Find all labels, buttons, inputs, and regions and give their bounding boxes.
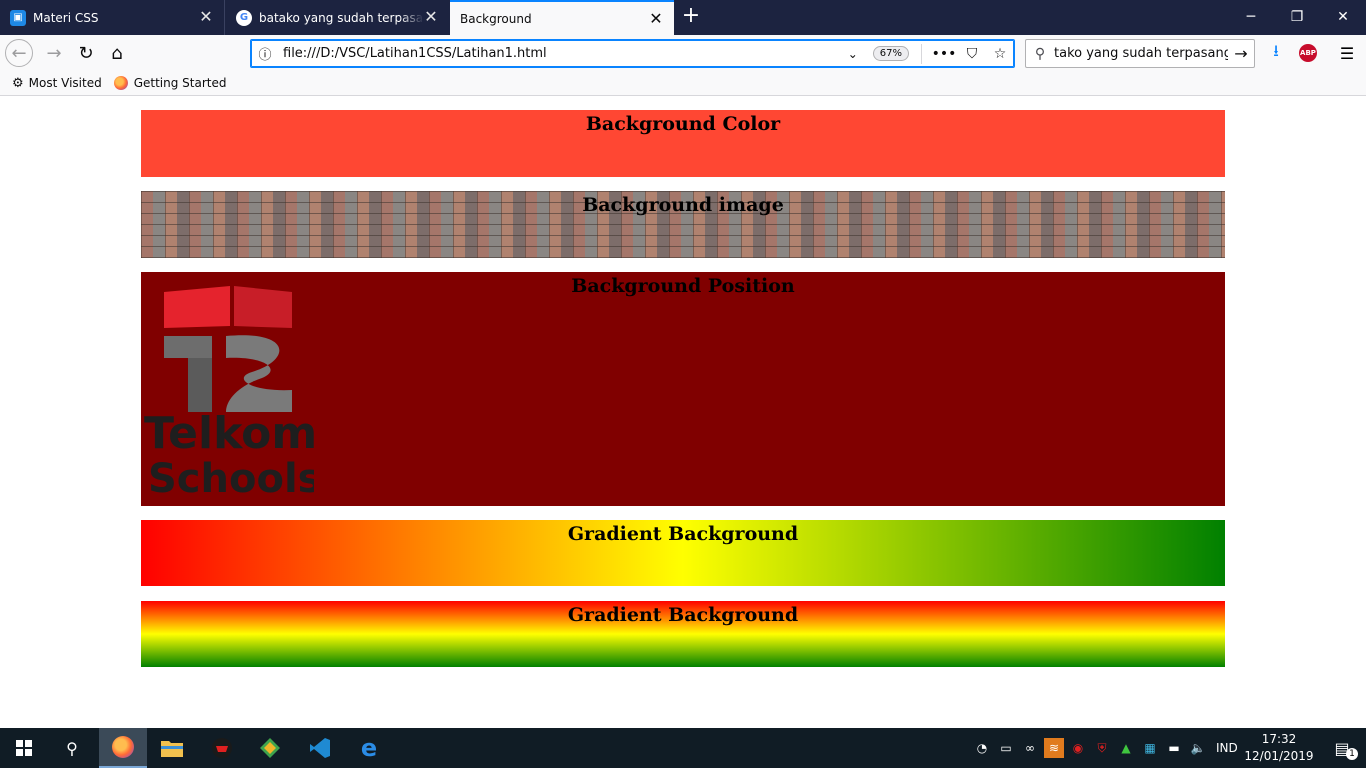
notification-button[interactable]: ▤ 1 [1318, 728, 1366, 768]
adblock-plus-button[interactable]: ABP [1294, 39, 1322, 67]
section-heading: Gradient Background [567, 523, 799, 545]
section-heading: Background Color [585, 113, 781, 135]
gear-icon: ⚙ [12, 75, 24, 91]
bookmark-star-icon[interactable]: ☆ [986, 46, 1014, 62]
background-image-section: Background image [141, 191, 1225, 258]
taskbar-vscode[interactable] [296, 728, 344, 768]
app-diamond-icon [260, 738, 280, 758]
menu-icon[interactable]: ☰ [1333, 39, 1361, 67]
close-window-button[interactable]: ✕ [1320, 0, 1366, 35]
bookmark-label: Getting Started [133, 76, 227, 90]
wifi-icon[interactable]: ◔ [972, 738, 992, 758]
close-tab-icon[interactable]: ✕ [423, 9, 439, 25]
new-tab-button[interactable]: + [680, 5, 702, 29]
url-input[interactable]: file:///D:/VSC/Latihan1CSS/Latihan1.html [283, 46, 841, 61]
app-tray-icon[interactable]: ≋ [1044, 738, 1064, 758]
edge-icon[interactable]: e [345, 728, 393, 768]
garena-icon [212, 738, 232, 758]
taskbar-firefox[interactable] [99, 728, 147, 768]
pocket-icon[interactable]: ⛉ [958, 46, 986, 62]
search-icon: ⚲ [1034, 45, 1046, 62]
forward-button[interactable]: → [40, 39, 68, 67]
section-heading: Background image [582, 194, 784, 216]
close-tab-icon[interactable]: ✕ [648, 11, 664, 27]
close-tab-icon[interactable]: ✕ [198, 9, 214, 25]
start-button[interactable] [0, 728, 48, 768]
tab-title: batako yang sudah terpasang - Google Sea… [259, 10, 424, 25]
minimize-button[interactable]: ─ [1228, 0, 1274, 35]
gradient-horizontal-section: Gradient Background [141, 520, 1225, 586]
system-tray: ◔ ▭ ∞ ≋ ◉ ⛨ ▲ ▦ ▬ 🔈 IND [970, 728, 1238, 768]
search-icon[interactable]: ⚲ [48, 728, 96, 768]
reload-button[interactable]: ↻ [72, 39, 100, 67]
tab-title: Materi CSS [33, 10, 99, 25]
taskbar-file-explorer[interactable] [148, 728, 196, 768]
search-input[interactable]: tako yang sudah terpasang [1054, 46, 1228, 61]
tab-materi-css[interactable]: ▣ Materi CSS ✕ [0, 0, 225, 35]
bookmark-most-visited[interactable]: ⚙ Most Visited [12, 76, 102, 91]
background-color-section: Background Color [141, 110, 1225, 177]
firefox-icon [112, 736, 134, 758]
folder-icon [161, 741, 183, 757]
logo-text-schools: Schools [148, 456, 314, 496]
vscode-icon [310, 738, 330, 758]
shield-icon[interactable]: ⛨ [1092, 738, 1112, 758]
clock[interactable]: 17:32 12/01/2019 [1244, 731, 1314, 765]
tab-google-search[interactable]: G batako yang sudah terpasang - Google S… [226, 0, 449, 35]
network-icon[interactable]: ▦ [1140, 738, 1160, 758]
back-button[interactable]: ← [5, 39, 33, 67]
logo-text-telkom: Telkom [144, 408, 314, 459]
windows-taskbar: ⚲ e ◔ ▭ ∞ ≋ ◉ ⛨ ▲ ▦ ▬ 🔈 IND 17:32 12/01/… [0, 728, 1366, 768]
garena-tray-icon[interactable]: ◉ [1068, 738, 1088, 758]
tab-background[interactable]: Background ✕ [450, 0, 674, 35]
battery-icon[interactable]: ▭ [996, 738, 1016, 758]
divider [921, 43, 922, 64]
chevron-down-icon[interactable]: ⌄ [841, 47, 865, 61]
bookmark-getting-started[interactable]: Getting Started [113, 76, 227, 90]
link-icon[interactable]: ∞ [1020, 738, 1040, 758]
bookmarks-toolbar: ⚙ Most Visited Getting Started [0, 71, 1366, 96]
bookmark-label: Most Visited [28, 76, 102, 90]
navigation-toolbar: ← → ↻ ⌂ ⓘ file:///D:/VSC/Latihan1CSS/Lat… [0, 35, 1366, 71]
drive-icon[interactable]: ▲ [1116, 738, 1136, 758]
telkom-schools-logo: Telkom Schools [144, 286, 314, 496]
search-go-icon[interactable]: → [1228, 44, 1254, 63]
taskbar-garena[interactable] [198, 728, 246, 768]
section-heading: Gradient Background [567, 604, 799, 626]
google-classroom-icon: ▣ [10, 9, 26, 26]
restore-button[interactable]: ❐ [1274, 0, 1320, 35]
zoom-level[interactable]: 67% [872, 46, 909, 61]
volume-icon[interactable]: 🔈 [1188, 738, 1208, 758]
date: 12/01/2019 [1244, 749, 1314, 763]
windows-icon [16, 740, 32, 756]
home-button[interactable]: ⌂ [103, 39, 131, 67]
adblock-plus-icon: ABP [1299, 44, 1317, 62]
firefox-icon [113, 76, 128, 90]
time: 17:32 [1261, 732, 1297, 746]
tab-strip: ▣ Materi CSS ✕ G batako yang sudah terpa… [0, 0, 1366, 35]
page-actions-icon[interactable]: ••• [930, 46, 958, 62]
google-icon: G [236, 9, 252, 26]
monitor-icon[interactable]: ▬ [1164, 738, 1184, 758]
taskbar-app[interactable] [246, 728, 294, 768]
url-bar[interactable]: ⓘ file:///D:/VSC/Latihan1CSS/Latihan1.ht… [250, 39, 1015, 68]
language-indicator[interactable]: IND [1216, 741, 1238, 755]
download-icon[interactable]: ⭳ [1262, 39, 1290, 67]
info-icon[interactable]: ⓘ [251, 44, 279, 63]
background-position-section: Background Position Telkom Schools [141, 272, 1225, 506]
tab-title: Background [460, 11, 532, 26]
search-bar[interactable]: ⚲ tako yang sudah terpasang → [1025, 39, 1255, 68]
notification-badge: 1 [1346, 748, 1358, 760]
gradient-vertical-section: Gradient Background [141, 601, 1225, 667]
page-content: Background Color Background image Backgr… [0, 96, 1366, 728]
